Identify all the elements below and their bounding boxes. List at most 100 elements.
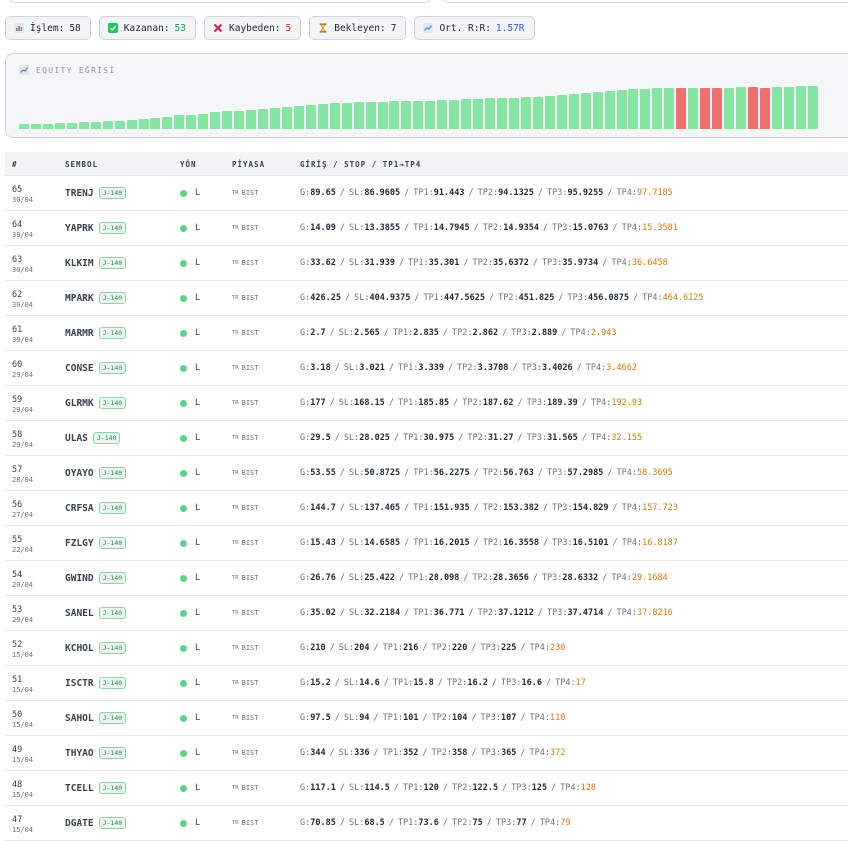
table-row[interactable]: 65 30/04 TRENJ J-140 L TR BIST G: 89.65/SL: 86.96…: [5, 176, 848, 211]
market-value: BIST: [241, 679, 259, 687]
tp4-value: 2.943: [590, 328, 617, 338]
market-cell: TR BIST: [232, 561, 258, 595]
strategy-tag: J-140: [98, 397, 127, 409]
entry-value: 2.7: [310, 328, 326, 338]
table-row[interactable]: 61 30/04 MARMR J-140 L TR BIST G: 2.7/SL: 2.565/T…: [5, 316, 848, 351]
market-cell: TR BIST: [232, 456, 258, 490]
stop-value: 14.6585: [364, 538, 401, 548]
row-date: 20/04: [12, 616, 34, 624]
tp1-value: 216: [403, 643, 419, 653]
equity-bar: [90, 122, 101, 129]
equity-bar: [305, 105, 316, 129]
table-row[interactable]: 57 28/04 OYAYO J-140 L TR BIST G: 53.55/SL: 50.87…: [5, 456, 848, 491]
symbol-name: SANEL: [65, 607, 94, 619]
entry-value: 144.7: [310, 503, 336, 513]
entry-value: 15.43: [310, 538, 336, 548]
table-row[interactable]: 59 29/04 GLRMK J-140 L TR BIST G: 177/SL: 168.15/…: [5, 386, 848, 421]
stop-value: 2.565: [354, 328, 380, 338]
trades-table: # SEMBOL YÖN PİYASA GİRİŞ / STOP / TP1→T…: [5, 152, 848, 841]
symbol-name: FZLGY: [65, 537, 94, 549]
strategy-tag: J-140: [98, 467, 127, 479]
tp3-value: 3.4026: [541, 363, 573, 373]
row-date: 15/04: [12, 756, 34, 764]
table-row[interactable]: 51 15/04 ISCTR J-140 L TR BIST G: 15.2/SL: 14.6/T…: [5, 666, 848, 701]
levels-cell: G: 15.2/SL: 14.6/TP1: 15.8/TP2: 16.2/TP3: 16.…: [300, 678, 586, 688]
tp2-value: 2.862: [472, 328, 499, 338]
status-dot: [180, 469, 187, 477]
equity-bar: [425, 101, 436, 129]
symbol-name: GWIND: [65, 572, 94, 584]
symbol-name: MARMR: [65, 327, 94, 339]
row-number: 51: [12, 675, 23, 685]
tp3-value: 95.9255: [567, 188, 604, 198]
entry-value: 426.25: [310, 293, 341, 303]
flag-icon: TR: [232, 540, 239, 546]
table-row[interactable]: 56 27/04 CRFSA J-140 L TR BIST G: 144.7/SL: 137.4…: [5, 491, 848, 526]
levels-cell: G: 89.65/SL: 86.9605/TP1: 91.443/TP2: 94.132…: [300, 188, 673, 198]
direction-cell: L: [180, 211, 200, 245]
tp4-value: 372: [549, 748, 566, 758]
tp1-value: 28.098: [428, 573, 460, 583]
row-date: 27/04: [12, 511, 34, 519]
table-row[interactable]: 63 30/04 KLKIM J-140 L TR BIST G: 33.62/SL: 31.93…: [5, 246, 848, 281]
market-value: BIST: [241, 399, 259, 407]
table-row[interactable]: 62 30/04 MPARK J-140 L TR BIST G: 426.25/SL: 404.…: [5, 281, 848, 316]
symbol-name: OYAYO: [65, 467, 94, 479]
table-row[interactable]: 55 22/04 FZLGY J-140 L TR BIST G: 15.43/SL: 14.65…: [5, 526, 848, 561]
tp4-value: 464.6125: [662, 293, 704, 303]
tp2-value: 3.3708: [477, 363, 509, 373]
levels-cell: G: 3.18/SL: 3.021/TP1: 3.339/TP2: 3.3708/TP3…: [300, 363, 637, 373]
symbol-name: TRENJ: [65, 187, 94, 199]
direction-cell: L: [180, 561, 200, 595]
table-row[interactable]: 60 29/04 CONSE J-140 L TR BIST G: 3.18/SL: 3.021/…: [5, 351, 848, 386]
table-row[interactable]: 53 20/04 SANEL J-140 L TR BIST G: 35.02/SL: 32.21…: [5, 596, 848, 631]
equity-bar: [126, 120, 137, 129]
equity-bar: [485, 98, 496, 129]
table-row[interactable]: 50 15/04 SAHOL J-140 L TR BIST G: 97.5/SL: 94/TP1…: [5, 701, 848, 736]
equity-bar: [258, 109, 268, 129]
direction-cell: L: [180, 421, 200, 455]
strategy-tag: J-140: [98, 222, 127, 234]
stop-value: 168.15: [354, 398, 385, 408]
status-dot: [180, 399, 187, 407]
market-value: BIST: [241, 434, 259, 442]
equity-bar: [520, 97, 531, 129]
entry-value: 26.76: [310, 573, 336, 583]
market-cell: TR BIST: [232, 806, 258, 840]
row-date: 28/04: [12, 476, 34, 484]
equity-bar: [186, 115, 197, 129]
symbol-cell: OYAYO J-140: [65, 456, 127, 490]
market-cell: TR BIST: [232, 701, 258, 735]
equity-bar: [341, 103, 352, 129]
direction-cell: L: [180, 631, 200, 665]
direction-value: L: [195, 608, 201, 618]
equity-bar: [437, 100, 448, 129]
stop-value: 25.422: [364, 573, 396, 583]
levels-cell: G: 210/SL: 204/TP1: 216/TP2: 220/TP3: 225/TP4…: [300, 643, 566, 653]
equity-bar: [353, 102, 364, 129]
tp1-value: 56.2275: [433, 468, 470, 478]
tp3-value: 125: [531, 783, 548, 793]
market-cell: TR BIST: [232, 351, 258, 385]
market-cell: TR BIST: [232, 631, 258, 665]
tp4-value: 192.93: [611, 398, 643, 408]
table-row[interactable]: 47 15/04 DGATE J-140 L TR BIST G: 70.85/SL: 68.5/…: [5, 806, 848, 841]
equity-bar: [532, 97, 543, 129]
tp3-value: 77: [516, 818, 527, 828]
market-cell: TR BIST: [232, 666, 258, 700]
table-row[interactable]: 49 15/04 THYAO J-140 L TR BIST G: 344/SL: 336/TP1…: [5, 736, 848, 771]
market-value: BIST: [241, 364, 259, 372]
table-row[interactable]: 48 15/04 TCELL J-140 L TR BIST G: 117.1/SL: 114.5…: [5, 771, 848, 806]
levels-cell: G: 97.5/SL: 94/TP1: 101/TP2: 104/TP3: 107/TP4…: [300, 713, 566, 723]
equity-bar: [30, 124, 41, 129]
entry-value: 177: [310, 398, 326, 408]
table-row[interactable]: 58 29/04 ULAS J-140 L TR BIST G: 29.5/SL: 28.025/…: [5, 421, 848, 456]
table-row[interactable]: 52 15/04 KCHOL J-140 L TR BIST G: 210/SL: 204/TP1…: [5, 631, 848, 666]
table-row[interactable]: 64 30/04 YAPRK J-140 L TR BIST G: 14.09/SL: 13.38…: [5, 211, 848, 246]
bar-chart-icon: [14, 23, 24, 33]
equity-bar: [281, 107, 292, 129]
equity-bar: [54, 123, 65, 129]
levels-cell: G: 2.7/SL: 2.565/TP1: 2.835/TP2: 2.862/TP3: 2…: [300, 328, 617, 338]
row-date: 30/04: [12, 266, 34, 274]
table-row[interactable]: 54 20/04 GWIND J-140 L TR BIST G: 26.76/SL: 25.42…: [5, 561, 848, 596]
